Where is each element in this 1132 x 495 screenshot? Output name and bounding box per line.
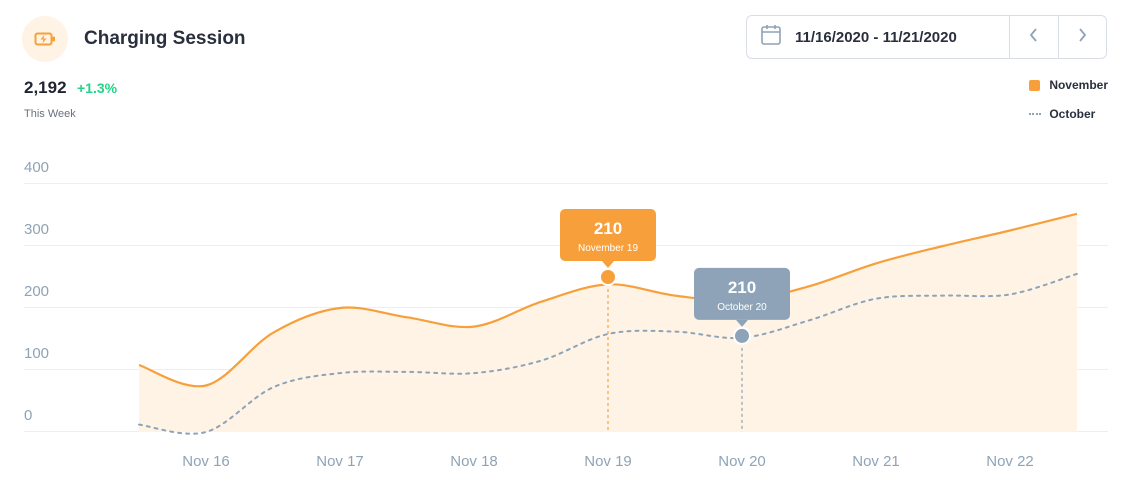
y-tick-label: 100 bbox=[24, 345, 49, 362]
tooltip-point bbox=[599, 268, 617, 286]
y-tick-label: 300 bbox=[24, 221, 49, 238]
legend-item-november[interactable]: November bbox=[1029, 78, 1108, 92]
chevron-right-icon bbox=[1077, 27, 1087, 47]
legend-label-november: November bbox=[1049, 78, 1108, 92]
next-range-button[interactable] bbox=[1057, 16, 1106, 58]
y-tick-label: 400 bbox=[24, 159, 49, 176]
y-tick-label: 200 bbox=[24, 283, 49, 300]
period-label: This Week bbox=[24, 108, 76, 120]
x-tick-label: Nov 17 bbox=[316, 453, 364, 470]
october-dash bbox=[1029, 113, 1042, 115]
tooltip-value: 210 bbox=[594, 219, 622, 238]
tooltip-label: November 19 bbox=[578, 243, 638, 254]
calendar-icon bbox=[761, 24, 781, 51]
chevron-left-icon bbox=[1029, 27, 1039, 47]
battery-charging-icon bbox=[22, 16, 68, 62]
tooltip-label: October 20 bbox=[717, 302, 767, 313]
previous-range-button[interactable] bbox=[1009, 16, 1057, 58]
legend-label-october: October bbox=[1049, 107, 1096, 121]
tooltip-value: 210 bbox=[728, 278, 756, 297]
x-tick-label: Nov 18 bbox=[450, 453, 498, 470]
tooltip-arrow bbox=[602, 261, 614, 268]
x-tick-label: Nov 19 bbox=[584, 453, 632, 470]
y-tick-label: 0 bbox=[24, 407, 32, 424]
chart-legend: November October bbox=[1029, 78, 1108, 136]
x-tick-label: Nov 16 bbox=[182, 453, 230, 470]
chart-title: Charging Session bbox=[84, 28, 246, 49]
charging-session-chart: 400 300 200 100 0 Nov 16 Nov 17 Nov 18 Nov 19 Nov… bbox=[24, 159, 1108, 470]
date-range-field[interactable]: 11/16/2020 - 11/21/2020 bbox=[747, 16, 1009, 58]
tooltip-point bbox=[733, 326, 751, 345]
date-range-text: 11/16/2020 - 11/21/2020 bbox=[795, 28, 957, 46]
x-tick-label: Nov 21 bbox=[852, 453, 900, 470]
november-swatch bbox=[1029, 79, 1041, 91]
x-tick-label: Nov 22 bbox=[986, 453, 1034, 470]
x-tick-label: Nov 20 bbox=[718, 453, 766, 470]
weekly-stats: 2,192 +1.3% This Week bbox=[24, 78, 117, 120]
chart-header: Charging Session bbox=[22, 16, 246, 62]
date-range-picker: 11/16/2020 - 11/21/2020 bbox=[746, 15, 1107, 59]
legend-item-october[interactable]: October bbox=[1029, 107, 1108, 121]
weekly-total: 2,192 bbox=[24, 78, 67, 97]
weekly-delta: +1.3% bbox=[77, 80, 118, 96]
